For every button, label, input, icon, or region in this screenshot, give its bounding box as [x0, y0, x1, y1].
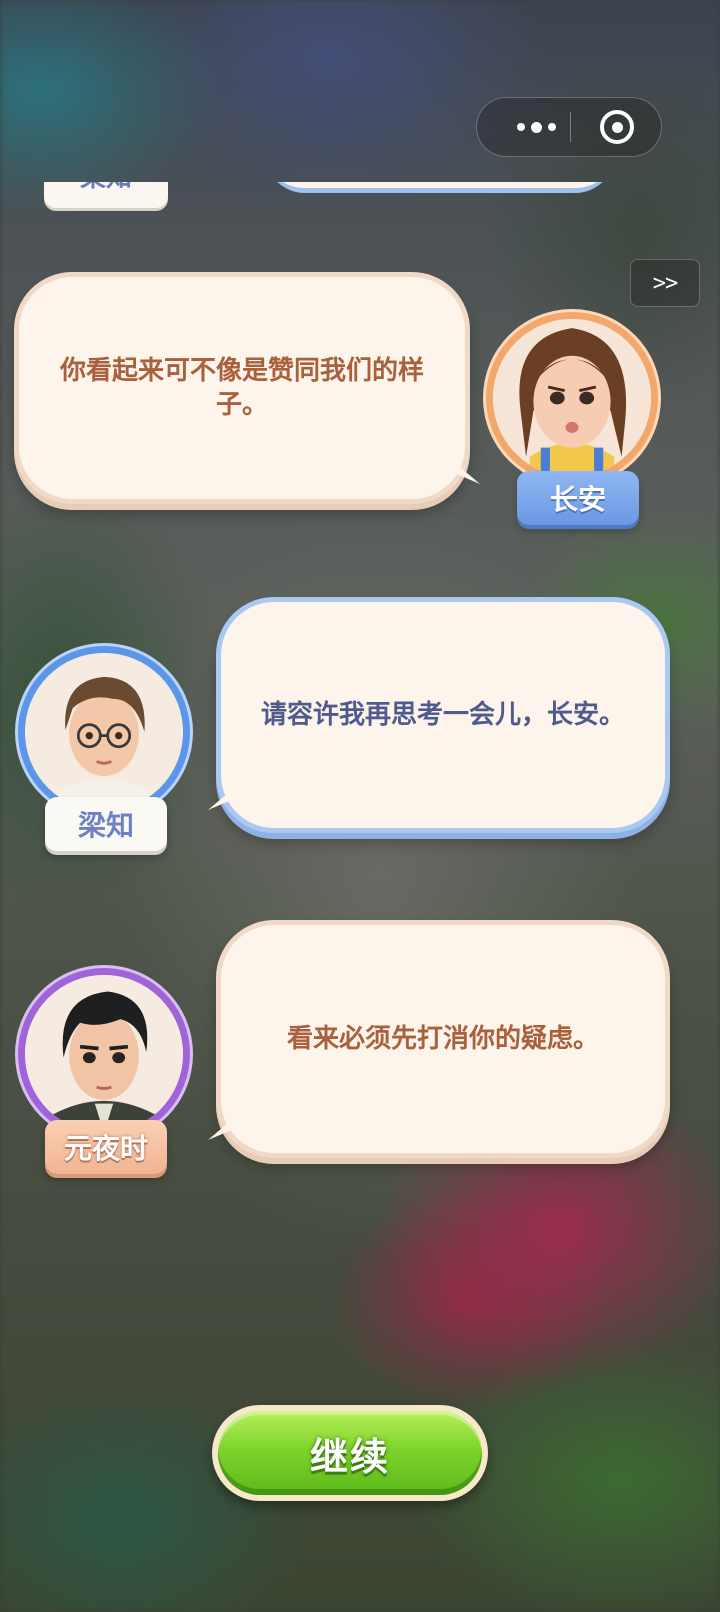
continue-button[interactable]: 继续 — [212, 1405, 488, 1501]
previous-name-tag: 梁知 — [44, 182, 168, 208]
nametag-yuanyeshi: 元夜时 — [45, 1120, 167, 1174]
previous-dialogue-clip: 梁知 — [0, 182, 720, 222]
dialogue-bubble-liangzhi: 请容许我再思考一会儿，长安。 — [216, 597, 670, 833]
dialogue-text: 请容许我再思考一会儿，长安。 — [260, 700, 625, 730]
dialogue-text: 看来必须先打消你的疑虑。 — [286, 1024, 599, 1054]
avatar-yuanyeshi — [18, 968, 190, 1140]
avatar-liangzhi — [18, 646, 190, 818]
skip-button[interactable]: >> — [630, 259, 700, 307]
dialogue-bubble-yuanyeshi: 看来必须先打消你的疑虑。 — [216, 920, 670, 1158]
continue-label: 继续 — [218, 1411, 482, 1495]
dialogue-text: 你看起来可不像是赞同我们的样子。 — [59, 356, 424, 420]
changan-portrait — [493, 319, 651, 477]
target-close-icon[interactable] — [600, 110, 634, 144]
more-dots-icon[interactable] — [503, 98, 569, 156]
miniprogram-capsule — [476, 97, 662, 157]
previous-bubble — [265, 182, 615, 193]
nametag-liangzhi: 梁知 — [45, 797, 167, 851]
avatar-changan — [486, 312, 658, 484]
speaker-name: 长安 — [549, 483, 606, 516]
speaker-name: 元夜时 — [63, 1132, 148, 1165]
dialogue-bubble-changan: 你看起来可不像是赞同我们的样子。 — [14, 272, 470, 504]
nametag-changan: 长安 — [517, 471, 639, 525]
capsule-divider — [570, 112, 571, 142]
liangzhi-portrait — [25, 653, 183, 811]
yuanyeshi-portrait — [25, 975, 183, 1133]
speaker-name: 梁知 — [77, 809, 134, 842]
